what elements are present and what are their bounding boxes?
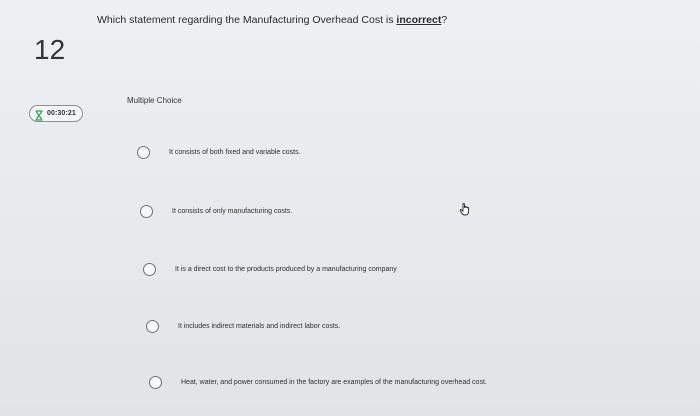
radio-button[interactable] [143,263,156,276]
radio-button[interactable] [146,320,159,333]
answer-option-text: Heat, water, and power consumed in the f… [181,379,487,386]
question-text: Which statement regarding the Manufactur… [97,14,447,26]
radio-button[interactable] [149,376,162,389]
answer-option-text: It consists of both fixed and variable c… [169,149,301,156]
multiple-choice-label: Multiple Choice [127,96,182,105]
timer-badge: 00:30:21 [29,105,83,122]
question-prefix: Which statement regarding the Manufactur… [97,14,397,26]
answer-option-1[interactable]: It consists of both fixed and variable c… [137,146,301,159]
hourglass-icon [34,108,44,121]
hand-cursor-icon [459,202,472,216]
answer-option-2[interactable]: It consists of only manufacturing costs. [140,205,292,218]
question-number: 12 [34,34,66,65]
answer-option-text: It is a direct cost to the products prod… [175,266,397,273]
timer-value: 00:30:21 [47,110,76,117]
answer-option-4[interactable]: It includes indirect materials and indir… [146,320,340,333]
answer-option-text: It consists of only manufacturing costs. [172,208,293,215]
answer-option-3[interactable]: It is a direct cost to the products prod… [143,263,397,276]
radio-button[interactable] [137,146,150,159]
question-emphasis: incorrect [396,14,442,26]
quiz-page: 12 00:30:21 Which statement regarding th… [0,0,700,416]
answer-option-5[interactable]: Heat, water, and power consumed in the f… [149,376,487,389]
question-suffix: ? [441,14,448,26]
radio-button[interactable] [140,205,153,218]
answer-option-text: It includes indirect materials and indir… [178,323,341,330]
